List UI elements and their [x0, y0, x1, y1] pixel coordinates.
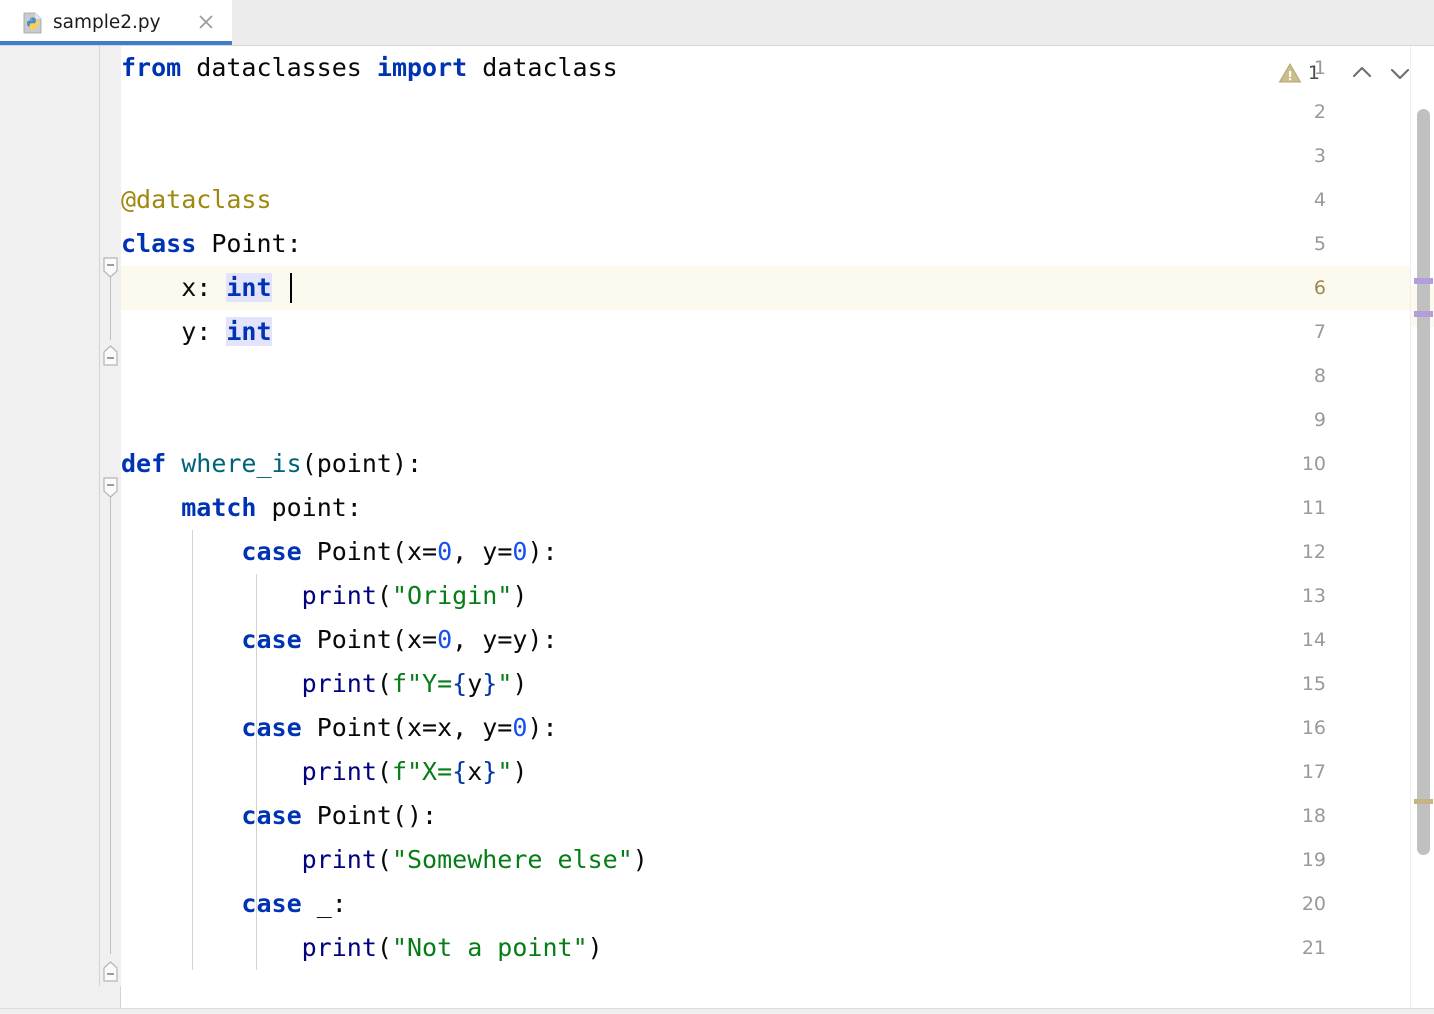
code-line: y: int — [121, 310, 272, 354]
close-icon[interactable] — [196, 12, 216, 32]
text-caret — [290, 273, 292, 303]
code-editor[interactable]: 1 2 3 4 5 6 7 8 9 10 11 12 13 14 15 16 1… — [0, 46, 1434, 1014]
warning-count: 1 — [1308, 62, 1320, 84]
python-file-icon — [22, 12, 44, 34]
code-line: print(f"X={x}") — [121, 750, 527, 794]
code-line: case Point(x=x, y=0): — [121, 706, 558, 750]
fold-marker-def-where-is[interactable] — [100, 464, 121, 508]
scrollbar-occurrence-marker[interactable] — [1414, 311, 1433, 317]
editor-tab-bar: sample2.py — [0, 0, 1434, 46]
warning-triangle-icon[interactable] — [1278, 61, 1302, 85]
tab-sample2-py[interactable]: sample2.py — [0, 0, 232, 45]
scrollbar-warning-marker[interactable] — [1414, 799, 1433, 804]
code-line: from dataclasses import dataclass — [121, 46, 618, 90]
editor-scrollbar[interactable] — [1410, 46, 1434, 1008]
code-line: def where_is(point): — [121, 442, 422, 486]
line-number-gutter — [0, 46, 100, 986]
code-line: print(f"Y={y}") — [121, 662, 527, 706]
code-line: x: int — [121, 266, 272, 310]
code-line: print("Somewhere else") — [121, 838, 648, 882]
chevron-up-icon[interactable] — [1348, 59, 1376, 87]
fold-marker-class-point[interactable] — [100, 244, 121, 288]
code-line: print("Origin") — [121, 574, 527, 618]
fold-marker-end-point[interactable] — [100, 332, 121, 376]
fold-marker-end-where-is[interactable] — [100, 948, 121, 992]
scrollbar-occurrence-marker[interactable] — [1414, 278, 1433, 284]
code-line: @dataclass — [121, 178, 272, 222]
code-line: case Point(x=0, y=y): — [121, 618, 558, 662]
scrollbar-thumb[interactable] — [1417, 109, 1430, 855]
inspection-widget: 1 — [1278, 58, 1414, 88]
tab-label: sample2.py — [53, 12, 161, 33]
code-line: class Point: — [121, 222, 302, 266]
code-line: match point: — [121, 486, 362, 530]
code-content[interactable]: from dataclasses import dataclass @datac… — [121, 46, 1411, 1008]
tab-active-indicator — [0, 41, 232, 45]
editor-bottom-strip — [0, 1008, 1434, 1014]
code-line: case Point(x=0, y=0): — [121, 530, 558, 574]
fold-region-line — [110, 488, 111, 954]
code-line: case Point(): — [121, 794, 437, 838]
code-line: case _: — [121, 882, 347, 926]
code-line: print("Not a point") — [121, 926, 603, 970]
